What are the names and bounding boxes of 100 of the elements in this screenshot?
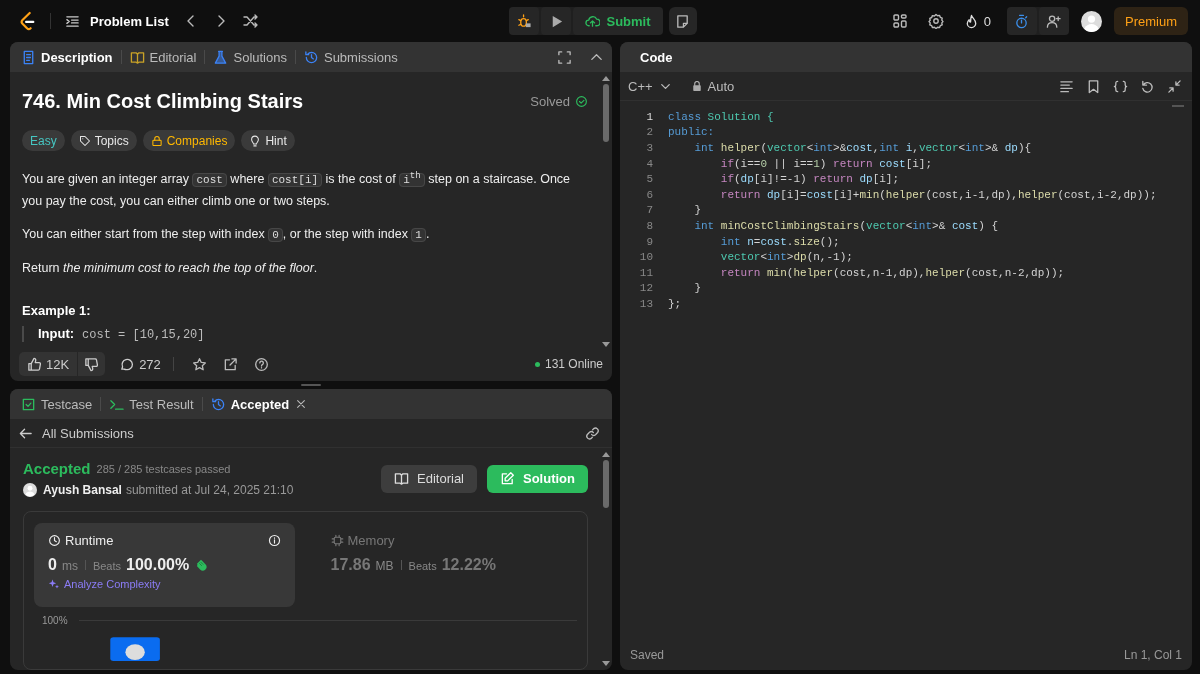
code-line[interactable]: };	[668, 297, 682, 310]
share-icon[interactable]	[222, 356, 238, 372]
timer-button[interactable]	[1007, 7, 1037, 35]
metric-title: Memory	[347, 533, 395, 548]
sparkle-icon	[48, 578, 60, 590]
all-submissions-link[interactable]: All Submissions	[18, 425, 134, 441]
code-line[interactable]: int n=cost.size();	[720, 235, 840, 248]
grid-icon[interactable]	[891, 13, 908, 29]
problem-list-button[interactable]: Problem List	[65, 13, 169, 29]
topic-tag[interactable]: Hint	[241, 130, 295, 151]
auto-mode-button[interactable]: Auto	[690, 78, 735, 94]
online-count: 131 Online	[544, 357, 603, 371]
debug-button[interactable]	[509, 7, 540, 35]
input-value: cost = [10,15,20]	[82, 327, 205, 342]
metric-title: Runtime	[65, 533, 114, 548]
user-name[interactable]: Ayush Bansal	[43, 483, 122, 497]
line-number: 3	[645, 142, 653, 154]
bug-icon	[516, 13, 532, 29]
streak-counter[interactable]: 0	[963, 13, 991, 29]
premium-button[interactable]: Premium	[1114, 7, 1188, 35]
edit-icon	[500, 471, 515, 486]
metric-value: 17.86	[330, 556, 371, 574]
document-icon	[21, 49, 36, 65]
panel-tab[interactable]: Accepted	[207, 396, 293, 412]
shuffle-icon[interactable]	[242, 13, 259, 29]
resize-handle[interactable]	[301, 384, 321, 386]
code-panel-title: Code	[639, 49, 674, 65]
add-user-icon	[1046, 13, 1062, 29]
braces-icon[interactable]	[1113, 78, 1128, 94]
line-number: 12	[638, 282, 653, 295]
fullscreen-icon[interactable]	[557, 49, 572, 65]
code-line[interactable]: int minCostClimbingStairs(vector<int>& cost) {	[694, 219, 999, 232]
code-line[interactable]: return min(helper(cost,n-1,dp),helper(cost,n-2,dp));	[720, 266, 1065, 279]
history-icon	[210, 396, 226, 412]
lightbulb-icon	[249, 134, 262, 147]
panel-tab[interactable]: Solutions	[210, 49, 290, 65]
beats-label: Beats	[92, 560, 122, 572]
lock-icon	[150, 134, 163, 147]
code-line[interactable]: if(dp[i]!=-1) return dp[i];	[720, 173, 900, 186]
settings-icon[interactable]	[927, 13, 944, 29]
testcases-passed: 285 / 285 testcases passed	[96, 462, 231, 475]
line-number: 6	[645, 188, 653, 201]
code-line[interactable]: }	[694, 204, 701, 217]
close-icon[interactable]	[295, 398, 308, 410]
language-select[interactable]: C++	[628, 78, 673, 94]
minimize-icon[interactable]	[1167, 78, 1182, 94]
add-user-button[interactable]	[1039, 7, 1069, 35]
line-number: 13	[638, 297, 653, 310]
check-icon	[575, 95, 588, 108]
note-icon	[675, 13, 691, 29]
code-line[interactable]: public:	[668, 126, 715, 139]
help-icon[interactable]	[253, 356, 269, 372]
list-icon	[65, 13, 80, 29]
panel-tab[interactable]: Test Result	[106, 396, 197, 412]
analyze-complexity-link[interactable]: Analyze Complexity	[48, 578, 281, 590]
metric-card[interactable]: Memory 17.86 MB Beats 12.22%	[316, 523, 577, 607]
panel-tab[interactable]: Testcase	[18, 396, 96, 412]
axis-label: 100%	[42, 615, 68, 626]
input-label: Input:	[38, 325, 75, 341]
panel-tab[interactable]: Description	[18, 49, 116, 65]
note-button[interactable]	[668, 7, 697, 35]
format-icon[interactable]	[1059, 78, 1074, 94]
scrollbar[interactable]	[602, 452, 610, 666]
info-icon[interactable]	[267, 534, 281, 547]
metric-value: 0	[48, 556, 57, 574]
metric-card[interactable]: Runtime 0 ms Beats 100.00% Analyze Complexity	[34, 523, 295, 607]
code-line[interactable]: if(i==0 || i==1) return cost[i];	[720, 157, 933, 170]
code-line[interactable]: class Solution {	[668, 110, 774, 123]
comments-button[interactable]: 272	[119, 356, 161, 372]
code-line[interactable]: return dp[i]=cost[i]+min(helper(cost,i-1,dp),helper(cost,i-2,dp));	[720, 188, 1157, 201]
line-number: 11	[638, 266, 653, 279]
submit-button[interactable]: Submit	[573, 7, 663, 35]
link-icon[interactable]	[585, 425, 600, 441]
topic-tag[interactable]: Easy	[22, 130, 65, 151]
code-line[interactable]: }	[694, 282, 701, 295]
solved-status: Solved	[530, 94, 570, 109]
tag-icon	[78, 134, 91, 147]
example-heading: Example 1:	[22, 302, 92, 318]
scrollbar[interactable]	[602, 76, 610, 347]
logo-icon[interactable]	[18, 11, 36, 31]
description-paragraph: You can either start from the step with index 0 , or the step with index 1 .	[22, 225, 431, 244]
submitted-time: submitted at Jul 24, 2025 21:10	[125, 483, 294, 497]
topic-tag[interactable]: Topics	[70, 130, 137, 151]
user-avatar-icon	[23, 483, 37, 497]
reset-icon[interactable]	[1140, 78, 1155, 94]
bookmark-icon[interactable]	[1086, 78, 1101, 94]
editorial-button[interactable]: Editorial	[381, 464, 477, 493]
panel-tab[interactable]: Editorial	[126, 49, 200, 65]
dislike-icon[interactable]	[84, 356, 100, 372]
clock-icon	[48, 534, 61, 547]
code-line[interactable]: vector<int>dp(n,-1);	[720, 251, 853, 264]
avatar-icon[interactable]	[1081, 10, 1102, 32]
star-icon[interactable]	[191, 356, 207, 372]
book-icon	[129, 49, 145, 65]
history-icon	[303, 49, 319, 65]
code-line[interactable]: int helper(vector<int>&cost,int i,vector<int>& dp){	[694, 142, 1032, 154]
description-paragraph: You are given an integer array cost where cost[i] is the cost of i$^{th}$ step on a staircase. Once you pay the cost, you can either climb one or two steps.	[22, 169, 572, 210]
panel-tab[interactable]: Submissions	[300, 49, 401, 65]
topic-tag[interactable]: Companies	[142, 130, 236, 151]
run-button[interactable]	[541, 7, 572, 35]
